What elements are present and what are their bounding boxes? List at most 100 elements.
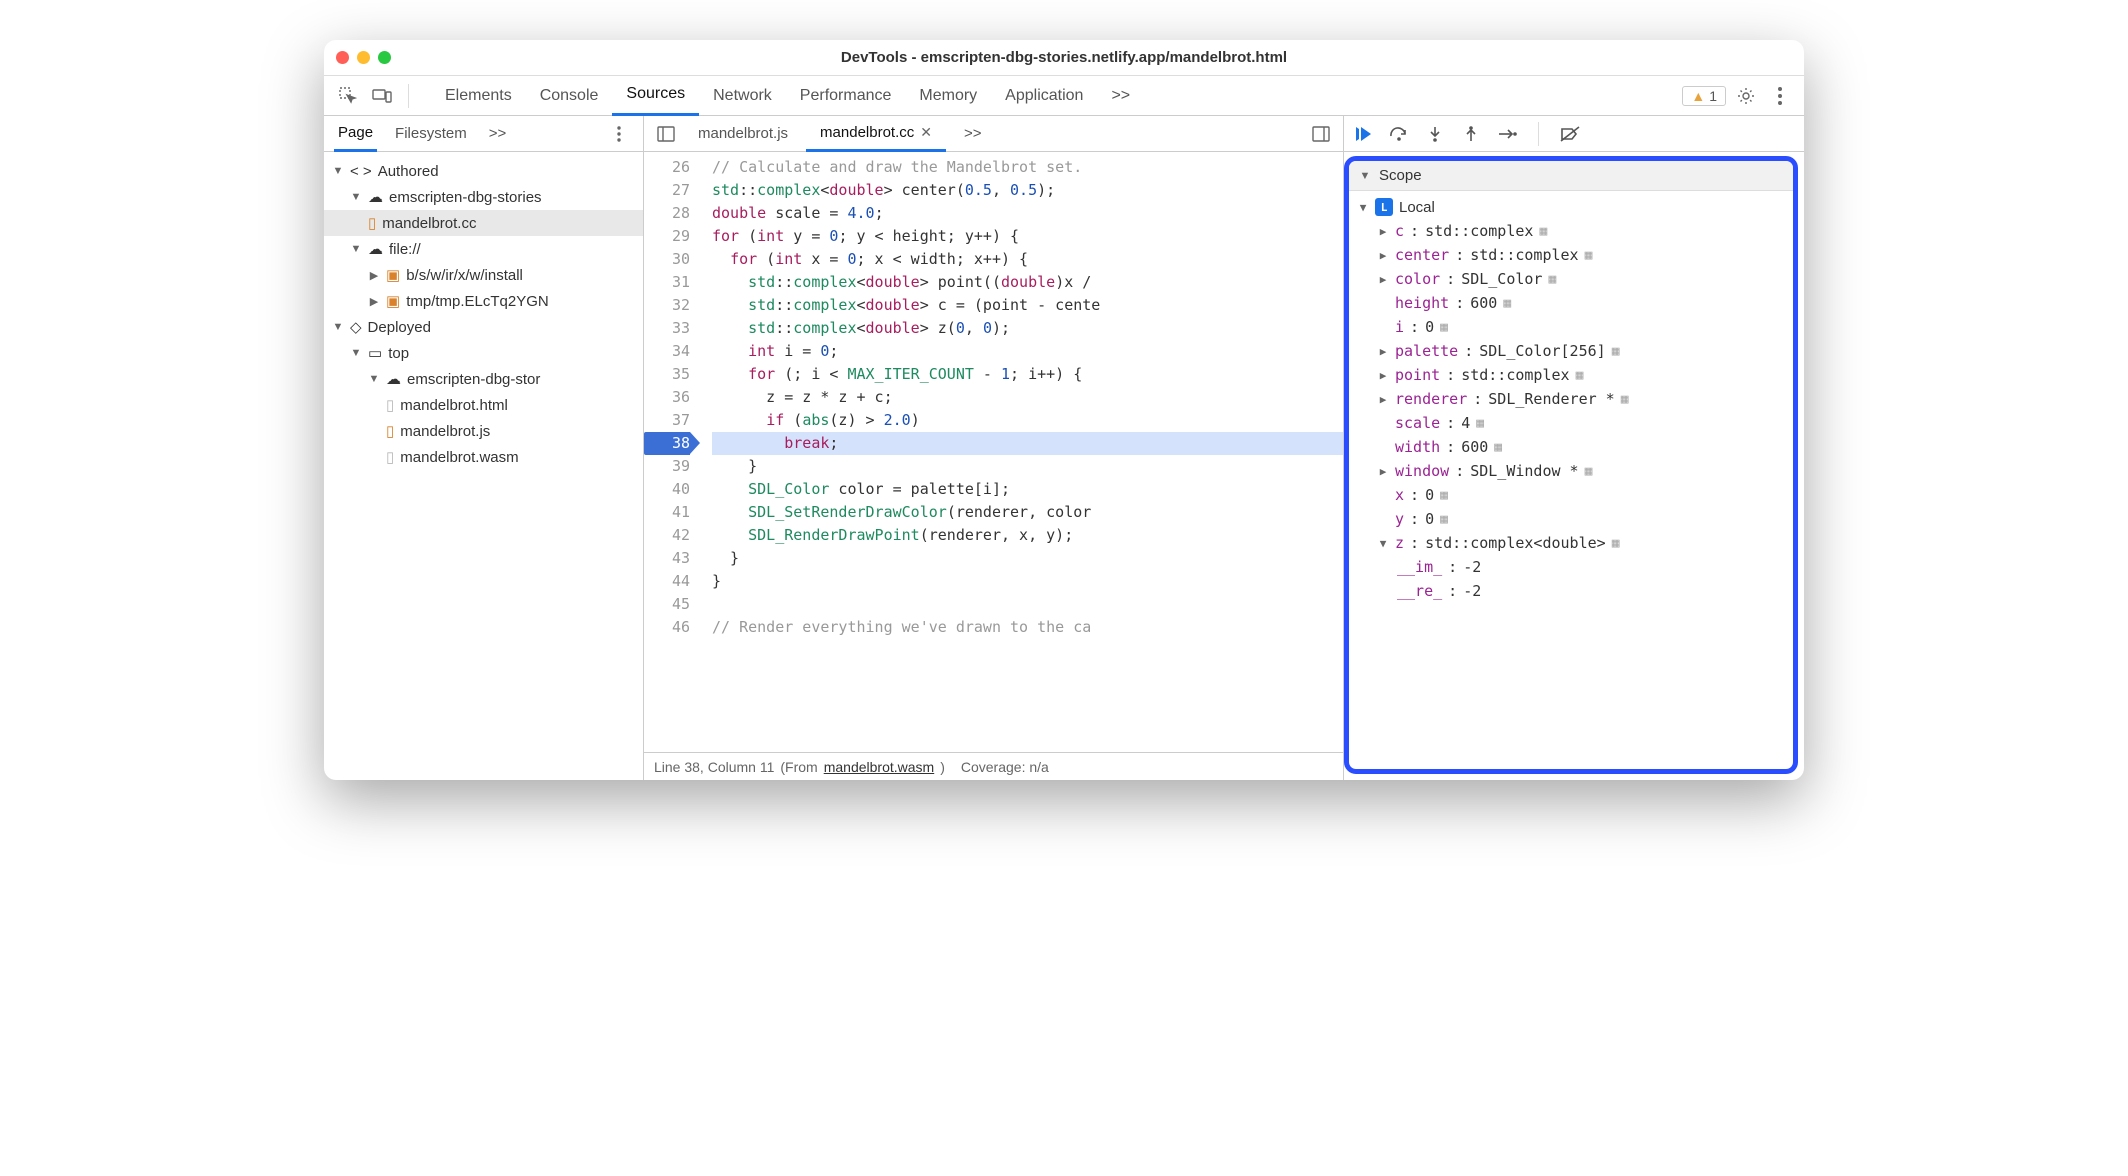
- source-map-origin[interactable]: mandelbrot.wasm: [824, 759, 935, 775]
- scope-var-color[interactable]: ▶color: SDL_Color▦: [1349, 267, 1793, 291]
- line-number[interactable]: 44: [644, 570, 690, 593]
- device-toolbar-icon[interactable]: [368, 82, 396, 110]
- scope-var-window[interactable]: ▶window: SDL_Window *▦: [1349, 459, 1793, 483]
- line-number[interactable]: 35: [644, 363, 690, 386]
- line-number[interactable]: 43: [644, 547, 690, 570]
- tree-top[interactable]: ▼▭top: [324, 340, 643, 366]
- tree-site-authored[interactable]: ▼☁emscripten-dbg-stories: [324, 184, 643, 210]
- line-number[interactable]: 42: [644, 524, 690, 547]
- navigator-tabs-overflow[interactable]: >>: [485, 116, 511, 152]
- scope-header[interactable]: ▼ Scope: [1349, 161, 1793, 191]
- tab-memory[interactable]: Memory: [905, 76, 991, 116]
- code-line[interactable]: SDL_RenderDrawPoint(renderer, x, y);: [712, 524, 1343, 547]
- memory-icon[interactable]: ▦: [1585, 248, 1593, 263]
- code-line[interactable]: z = z * z + c;: [712, 386, 1343, 409]
- line-number[interactable]: 39: [644, 455, 690, 478]
- kebab-menu-icon[interactable]: [1766, 82, 1794, 110]
- line-number[interactable]: 27: [644, 179, 690, 202]
- code-line[interactable]: std::complex<double> point((double)x /: [712, 271, 1343, 294]
- scope-var-c[interactable]: ▶c: std::complex▦: [1349, 219, 1793, 243]
- toggle-debugger-icon[interactable]: [1307, 120, 1335, 148]
- code-line[interactable]: std::complex<double> c = (point - cente: [712, 294, 1343, 317]
- tree-file-mandelbrot-js[interactable]: ▯mandelbrot.js: [324, 418, 643, 444]
- editor-tab-cc[interactable]: mandelbrot.cc✕: [806, 116, 946, 152]
- code-line[interactable]: }: [712, 570, 1343, 593]
- tab-console[interactable]: Console: [526, 76, 613, 116]
- scope-var-palette[interactable]: ▶palette: SDL_Color[256]▦: [1349, 339, 1793, 363]
- tree-file-protocol[interactable]: ▼☁file://: [324, 236, 643, 262]
- line-number[interactable]: 45: [644, 593, 690, 616]
- tree-group-authored[interactable]: ▼< >Authored: [324, 158, 643, 184]
- memory-icon[interactable]: ▦: [1476, 416, 1484, 431]
- memory-icon[interactable]: ▦: [1548, 272, 1556, 287]
- line-number[interactable]: 30: [644, 248, 690, 271]
- tree-site-deployed[interactable]: ▼☁emscripten-dbg-stor: [324, 366, 643, 392]
- scope-var-z-im[interactable]: __im_: -2: [1349, 555, 1793, 579]
- navigator-menu-icon[interactable]: [605, 120, 633, 148]
- memory-icon[interactable]: ▦: [1440, 488, 1448, 503]
- tab-network[interactable]: Network: [699, 76, 786, 116]
- tree-group-deployed[interactable]: ▼◇Deployed: [324, 314, 643, 340]
- memory-icon[interactable]: ▦: [1440, 512, 1448, 527]
- line-number[interactable]: 37: [644, 409, 690, 432]
- line-number[interactable]: 34: [644, 340, 690, 363]
- scope-var-z[interactable]: ▼ z: std::complex<double> ▦: [1349, 531, 1793, 555]
- code-line[interactable]: SDL_Color color = palette[i];: [712, 478, 1343, 501]
- line-number[interactable]: 38: [644, 432, 690, 455]
- deactivate-breakpoints-button[interactable]: [1559, 123, 1581, 145]
- code-line[interactable]: // Calculate and draw the Mandelbrot set…: [712, 156, 1343, 179]
- scope-var-x[interactable]: x: 0▦: [1349, 483, 1793, 507]
- code-editor[interactable]: 2627282930313233343536373839404142434445…: [644, 152, 1343, 752]
- step-button[interactable]: [1496, 123, 1518, 145]
- step-into-button[interactable]: [1424, 123, 1446, 145]
- line-number[interactable]: 31: [644, 271, 690, 294]
- memory-icon[interactable]: ▦: [1612, 344, 1620, 359]
- step-over-button[interactable]: [1388, 123, 1410, 145]
- zoom-window-button[interactable]: [378, 51, 391, 64]
- memory-icon[interactable]: ▦: [1494, 440, 1502, 455]
- code-line[interactable]: // Render everything we've drawn to the …: [712, 616, 1343, 639]
- tree-file-mandelbrot-html[interactable]: ▯mandelbrot.html: [324, 392, 643, 418]
- step-out-button[interactable]: [1460, 123, 1482, 145]
- scope-var-scale[interactable]: scale: 4▦: [1349, 411, 1793, 435]
- scope-var-width[interactable]: width: 600▦: [1349, 435, 1793, 459]
- code-line[interactable]: if (abs(z) > 2.0): [712, 409, 1343, 432]
- tab-elements[interactable]: Elements: [431, 76, 526, 116]
- code-line[interactable]: for (; i < MAX_ITER_COUNT - 1; i++) {: [712, 363, 1343, 386]
- tree-folder-install[interactable]: ▶▣b/s/w/ir/x/w/install: [324, 262, 643, 288]
- tab-application[interactable]: Application: [991, 76, 1097, 116]
- code-line[interactable]: for (int x = 0; x < width; x++) {: [712, 248, 1343, 271]
- scope-var-y[interactable]: y: 0▦: [1349, 507, 1793, 531]
- line-number[interactable]: 28: [644, 202, 690, 225]
- tab-performance[interactable]: Performance: [786, 76, 906, 116]
- minimize-window-button[interactable]: [357, 51, 370, 64]
- line-number-gutter[interactable]: 2627282930313233343536373839404142434445…: [644, 152, 698, 752]
- close-window-button[interactable]: [336, 51, 349, 64]
- line-number[interactable]: 29: [644, 225, 690, 248]
- code-line[interactable]: std::complex<double> center(0.5, 0.5);: [712, 179, 1343, 202]
- line-number[interactable]: 46: [644, 616, 690, 639]
- scope-var-height[interactable]: height: 600▦: [1349, 291, 1793, 315]
- warnings-badge[interactable]: ▲ 1: [1682, 86, 1726, 106]
- tabs-overflow[interactable]: >>: [1097, 76, 1144, 116]
- scope-local-header[interactable]: ▼ L Local: [1349, 195, 1793, 219]
- toggle-navigator-icon[interactable]: [652, 120, 680, 148]
- tree-file-mandelbrot-cc[interactable]: ▯mandelbrot.cc: [324, 210, 643, 236]
- editor-tabs-overflow[interactable]: >>: [950, 116, 996, 152]
- settings-icon[interactable]: [1732, 82, 1760, 110]
- tree-folder-tmp[interactable]: ▶▣tmp/tmp.ELcTq2YGN: [324, 288, 643, 314]
- line-number[interactable]: 36: [644, 386, 690, 409]
- code-content[interactable]: // Calculate and draw the Mandelbrot set…: [698, 152, 1343, 752]
- code-line[interactable]: double scale = 4.0;: [712, 202, 1343, 225]
- line-number[interactable]: 26: [644, 156, 690, 179]
- line-number[interactable]: 41: [644, 501, 690, 524]
- code-line[interactable]: for (int y = 0; y < height; y++) {: [712, 225, 1343, 248]
- tab-sources[interactable]: Sources: [612, 76, 699, 116]
- scope-var-center[interactable]: ▶center: std::complex▦: [1349, 243, 1793, 267]
- code-line[interactable]: }: [712, 547, 1343, 570]
- scope-var-renderer[interactable]: ▶renderer: SDL_Renderer *▦: [1349, 387, 1793, 411]
- close-tab-icon[interactable]: ✕: [920, 124, 932, 141]
- memory-icon[interactable]: ▦: [1576, 368, 1584, 383]
- line-number[interactable]: 33: [644, 317, 690, 340]
- code-line[interactable]: [712, 593, 1343, 616]
